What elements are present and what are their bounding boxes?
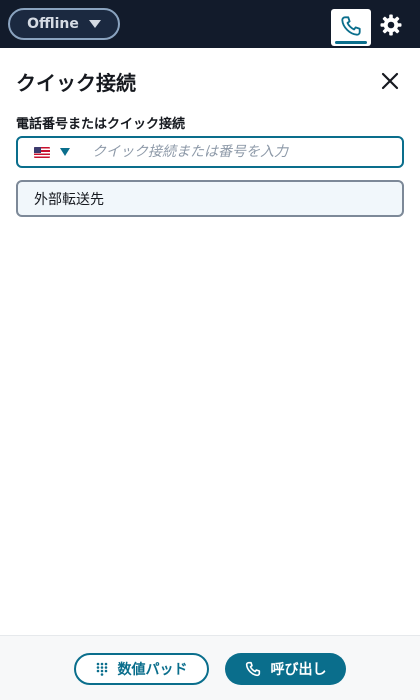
agent-status-label: Offline <box>27 16 79 32</box>
keypad-button-label: 数値パッド <box>117 662 188 678</box>
tab-settings[interactable] <box>377 11 405 39</box>
country-code-select[interactable] <box>18 138 90 166</box>
quick-connect-label: 外部転送先 <box>34 191 104 208</box>
agent-status-dropdown[interactable]: Offline <box>8 8 120 40</box>
call-button-label: 呼び出し <box>270 662 327 678</box>
tab-phone[interactable] <box>331 9 371 46</box>
close-icon <box>381 72 399 90</box>
chevron-down-icon <box>88 20 101 28</box>
phone-icon <box>341 16 361 36</box>
phone-icon <box>245 661 260 677</box>
active-tab-indicator <box>335 41 367 44</box>
phone-input-container <box>16 136 404 168</box>
chevron-down-icon <box>60 148 70 156</box>
quick-connect-item[interactable]: 外部転送先 <box>16 180 404 217</box>
gear-icon <box>380 14 402 36</box>
phone-field-label: 電話番号またはクイック接続 <box>16 117 186 132</box>
phone-number-input[interactable] <box>90 138 402 166</box>
close-button[interactable] <box>378 69 402 93</box>
keypad-icon <box>96 662 107 676</box>
top-bar: Offline <box>0 0 420 48</box>
panel-title: クイック接続 <box>16 71 136 95</box>
keypad-button[interactable]: 数値パッド <box>74 653 209 685</box>
footer: 数値パッド 呼び出し <box>0 635 420 700</box>
call-button[interactable]: 呼び出し <box>225 653 346 685</box>
us-flag-icon <box>34 146 50 158</box>
